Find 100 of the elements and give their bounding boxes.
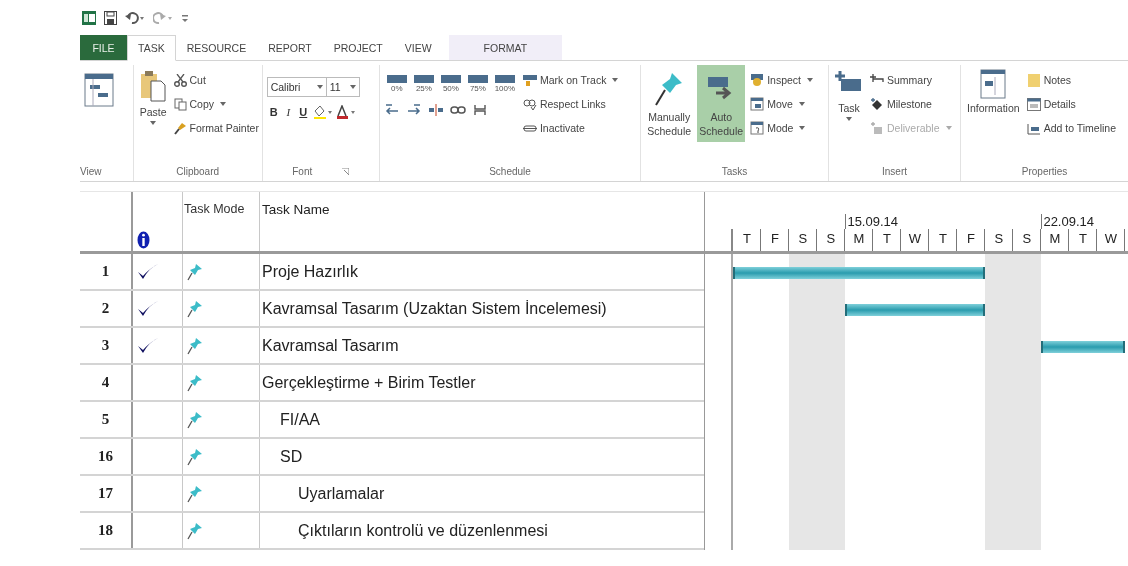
indent-icon[interactable] bbox=[405, 103, 422, 117]
caret-icon bbox=[845, 117, 852, 121]
caret-icon bbox=[945, 126, 952, 130]
clipboard-icon bbox=[140, 69, 167, 103]
notes-button[interactable]: Notes bbox=[1025, 69, 1117, 91]
manually-schedule-button[interactable]: Manually Schedule bbox=[645, 65, 694, 142]
caret-icon bbox=[316, 85, 323, 89]
checkmark-icon bbox=[137, 299, 159, 318]
chain-check-icon bbox=[522, 97, 537, 111]
row-number[interactable]: 16 bbox=[98, 448, 113, 465]
text-style-button[interactable]: B bbox=[266, 106, 281, 118]
row-number[interactable]: 3 bbox=[101, 337, 110, 354]
column-header[interactable]: Task Mode bbox=[184, 202, 245, 216]
auto-schedule-button[interactable]: Auto Schedule bbox=[697, 65, 746, 142]
pin-icon bbox=[187, 521, 203, 540]
text-style-button[interactable]: U bbox=[296, 106, 311, 118]
percent-complete-button[interactable]: 25% bbox=[410, 75, 437, 93]
ribbon-tab[interactable]: VIEW bbox=[393, 35, 443, 60]
text-style-button[interactable]: I bbox=[283, 106, 294, 118]
save-icon[interactable] bbox=[104, 10, 117, 25]
mark-on-track-button[interactable]: Mark on Track bbox=[521, 69, 620, 91]
task-name[interactable]: Proje Hazırlık bbox=[262, 262, 359, 281]
app-icon[interactable] bbox=[82, 10, 96, 25]
day-label: T bbox=[1069, 229, 1098, 251]
day-label: T bbox=[929, 229, 958, 251]
fill-color-icon[interactable] bbox=[313, 105, 334, 119]
inactivate-button[interactable]: Inactivate bbox=[521, 117, 620, 139]
task-name[interactable]: SD bbox=[280, 447, 303, 466]
paintbrush-icon bbox=[173, 121, 187, 135]
row-number[interactable]: 5 bbox=[101, 411, 110, 428]
week-label: 15.09.14 bbox=[845, 214, 1042, 229]
calendar-icon bbox=[750, 97, 765, 111]
deliverable-icon bbox=[869, 121, 884, 135]
group-label: Font bbox=[292, 166, 313, 177]
font-size-field[interactable]: 11 bbox=[325, 77, 360, 97]
inspect-button[interactable]: Inspect bbox=[749, 69, 815, 91]
information-button[interactable]: Information bbox=[965, 65, 1022, 118]
caret-icon bbox=[220, 102, 227, 106]
form-icon bbox=[980, 69, 1007, 99]
task-name[interactable]: Gerçekleştirme + Birim Testler bbox=[262, 373, 476, 392]
ribbon-tab[interactable]: PROJECT bbox=[322, 35, 394, 60]
day-label: T bbox=[733, 229, 762, 251]
percent-complete-button[interactable]: 100% bbox=[491, 75, 518, 93]
copy-button[interactable]: Copy bbox=[172, 93, 260, 115]
group-label: Clipboard bbox=[176, 166, 220, 177]
outdent-icon[interactable] bbox=[383, 103, 400, 117]
caret-icon bbox=[807, 78, 814, 82]
file-tab[interactable]: FILE bbox=[80, 35, 127, 60]
info-icon bbox=[137, 231, 150, 249]
paste-button[interactable]: Paste bbox=[137, 65, 169, 129]
day-label: S bbox=[985, 229, 1014, 251]
diamond-icon bbox=[869, 97, 884, 111]
timeline-icon bbox=[1026, 121, 1041, 135]
pin-icon bbox=[187, 336, 203, 355]
add-to-timeline-button[interactable]: Add to Timeline bbox=[1025, 117, 1117, 139]
day-label: M bbox=[845, 229, 874, 251]
respect-links-button[interactable]: Respect Links bbox=[521, 93, 620, 115]
pin-icon bbox=[187, 262, 203, 281]
task-name[interactable]: FI/AA bbox=[280, 410, 320, 429]
column-header[interactable]: Task Name bbox=[262, 202, 330, 217]
ribbon-tab[interactable]: REPORT bbox=[257, 35, 323, 60]
ribbon-tab[interactable]: TASK bbox=[127, 35, 176, 61]
calendar-question-icon bbox=[750, 121, 765, 135]
day-label: F bbox=[761, 229, 790, 251]
font-name-field[interactable]: Calibri bbox=[266, 77, 327, 97]
pin-icon bbox=[187, 299, 203, 318]
percent-complete-button[interactable]: 0% bbox=[383, 75, 410, 93]
mode-button[interactable]: Mode bbox=[749, 117, 815, 139]
group-label: Properties bbox=[1021, 166, 1068, 177]
link-icon[interactable] bbox=[449, 103, 466, 117]
dialog-launcher-icon[interactable] bbox=[342, 168, 350, 175]
milestone-button[interactable]: Milestone bbox=[868, 93, 953, 115]
checkmark-icon bbox=[137, 336, 159, 355]
row-number[interactable]: 18 bbox=[98, 522, 113, 539]
unlink-icon[interactable] bbox=[471, 103, 488, 117]
row-number[interactable]: 17 bbox=[98, 485, 113, 502]
task-name[interactable]: Kavramsal Tasarım (Uzaktan Sistem İncelemesi) bbox=[262, 299, 607, 318]
day-label: T bbox=[873, 229, 902, 251]
week-label: 22.09.14 bbox=[1041, 214, 1128, 229]
task-name[interactable]: Kavramsal Tasarım bbox=[262, 336, 399, 355]
task-name[interactable]: Uyarlamalar bbox=[298, 484, 385, 503]
percent-complete-button[interactable]: 75% bbox=[464, 75, 491, 93]
details-button[interactable]: Details bbox=[1025, 93, 1117, 115]
row-number[interactable]: 1 bbox=[101, 263, 110, 280]
split-icon[interactable] bbox=[427, 103, 444, 117]
task-name[interactable]: Çıktıların kontrolü ve düzenlenmesi bbox=[298, 521, 548, 540]
percent-complete-button[interactable]: 50% bbox=[437, 75, 464, 93]
row-number[interactable]: 4 bbox=[101, 374, 110, 391]
move-button[interactable]: Move bbox=[749, 93, 815, 115]
row-number[interactable]: 2 bbox=[101, 300, 110, 317]
scissors-icon bbox=[173, 73, 187, 87]
insert-task-button[interactable]: Task bbox=[832, 65, 865, 125]
undo-icon[interactable] bbox=[125, 10, 145, 25]
note-icon bbox=[1026, 73, 1041, 87]
format-painter-button[interactable]: Format Painter bbox=[172, 117, 260, 139]
ribbon-tab[interactable]: FORMAT bbox=[448, 35, 563, 60]
font-color-icon[interactable] bbox=[336, 105, 357, 119]
cut-button[interactable]: Cut bbox=[172, 69, 260, 91]
ribbon-tab[interactable]: RESOURCE bbox=[175, 35, 258, 60]
summary-button[interactable]: Summary bbox=[868, 69, 953, 91]
